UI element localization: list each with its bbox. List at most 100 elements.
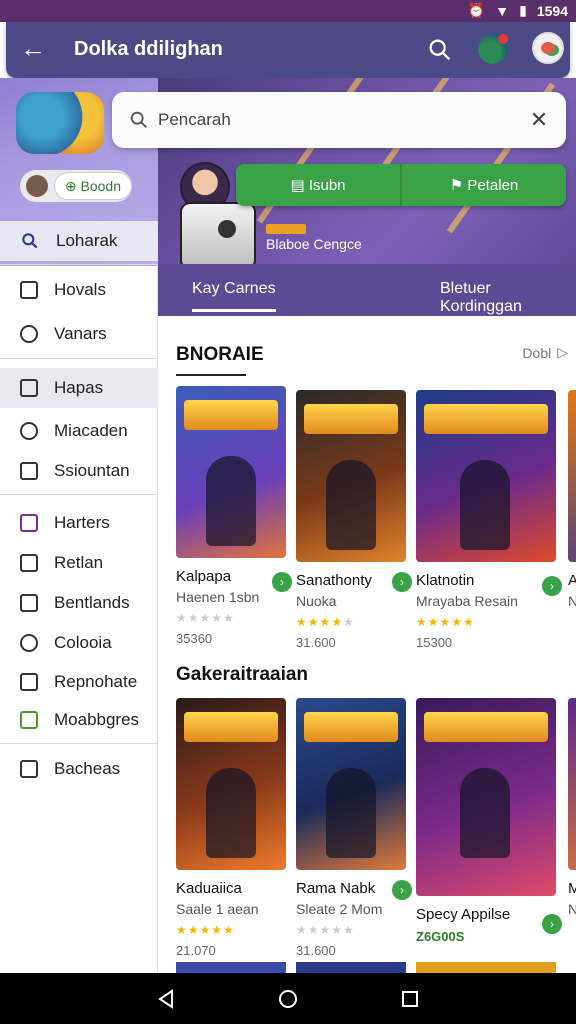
drawer-item-6[interactable]: Harters [0,503,158,543]
rating-stars: ★★★★★ [416,615,475,629]
divider [0,358,158,359]
search-input[interactable]: Pencarah [158,110,528,130]
drawer-item-2[interactable]: Vanars [0,314,158,354]
install-icon[interactable]: › [272,572,292,592]
drawer-item-12[interactable]: Bacheas [0,749,158,789]
drawer-item-8[interactable]: Bentlands [0,583,158,623]
game-cover [568,698,576,870]
install-icon[interactable]: › [542,914,562,934]
game-cover [416,698,556,896]
game-card[interactable]: M N [568,698,576,917]
banner-button-left-label: Isubn [308,176,346,194]
install-icon[interactable]: › [392,572,412,592]
section-title: BNORAIE [176,344,264,376]
drawer-item-1[interactable]: Hovals [0,270,158,310]
alarm-icon: ⏰ [467,2,486,18]
drawer-item-11[interactable]: Moabbgres [0,700,158,740]
game-cover [416,390,556,562]
check-green-icon [20,711,38,729]
close-icon[interactable]: ✕ [528,109,550,131]
game-card[interactable]: Kalpapa Haenen 1sbn ★★★★★ 35360 › [176,386,292,646]
drawer-item-5[interactable]: Ssiountan [0,451,158,491]
pin-icon [20,379,38,397]
divider [0,743,158,744]
game-cover [568,390,576,562]
arrow-left-icon[interactable]: ← [20,34,46,62]
profile-avatar [26,175,48,197]
game-card[interactable]: Klatnotin Mrayaba Resain ★★★★★ 15300 › [416,390,562,650]
game-cover-partial [176,962,286,973]
game-cover-partial [416,962,556,973]
section-title: Gakeraitraaian [176,664,309,685]
game-developer: Sleate 2 Mom [296,901,383,917]
drawer-item-label: Repnohate [54,672,138,691]
game-cover-partial [296,962,406,973]
battery-icon: ▮ [519,2,527,18]
banner-subtitle: Blaboe Cengce [266,236,362,252]
folder-icon [20,760,38,778]
back-triangle-icon[interactable] [154,987,178,1011]
search-icon [130,111,147,128]
drawer-item-7[interactable]: Retlan [0,543,158,583]
profile-button[interactable]: ⊕ Boodn [53,172,132,200]
status-time: 1594 [536,2,568,19]
drawer-item-10[interactable]: Repnohate [0,662,158,702]
install-icon[interactable]: › [392,880,412,900]
drawer-item-label: Hovals [54,280,106,299]
drawer-item-label: Miacaden [54,421,128,440]
profile-button-label: Boodn [80,178,121,194]
drawer-item-label: Colooia [54,633,112,652]
game-cover [176,698,286,870]
tab-1[interactable]: Bletuer Kordinggan [440,280,576,316]
drawer-item-label: Vanars [54,324,107,343]
person-icon [20,422,38,440]
game-developer: N [568,901,576,917]
game-title: M [568,880,576,897]
rating-stars: ★★★★★ [296,923,355,937]
profile-pill[interactable]: ⊕ Boodn [20,170,132,202]
game-cover [296,390,406,562]
circle-dot-icon [20,462,38,480]
drawer-item-4[interactable]: Miacaden [0,411,158,451]
drawer-item-0[interactable]: Loharak [0,221,158,261]
game-card[interactable]: Kaduaiica Saale 1 aean ★★★★★ 21.070 [176,698,286,958]
tab-0[interactable]: Kay Carnes [192,280,276,312]
game-developer: Nuoka [296,593,337,609]
drawer-item-3[interactable]: Hapas [0,368,158,408]
drawer-item-label: Bentlands [54,593,130,612]
game-title: Klatnotin [416,572,475,589]
game-card[interactable]: A N [568,390,576,609]
drawer-item-label: Bacheas [54,759,121,778]
game-title: Sanathonty [296,572,372,589]
banner-button-right[interactable]: ⚑ Petalen [400,164,566,206]
game-title: Kaduaiica [176,880,242,897]
game-developer: Mrayaba Resain [416,593,518,609]
game-title: A [568,572,576,589]
game-developer: N [568,593,576,609]
banner-button-left[interactable]: ▤ Isubn [236,164,400,206]
drawer-item-label: Retlan [54,553,104,572]
search-icon[interactable] [426,36,454,64]
drawer-item-label: Ssiountan [54,461,130,480]
see-all-link[interactable]: Dobl ▷ [522,344,568,361]
recents-square-icon[interactable] [398,987,422,1011]
play-outline-icon: ▷ [557,344,568,360]
game-title: Kalpapa [176,568,232,585]
install-icon[interactable]: › [542,576,562,596]
game-card[interactable]: Rama Nabk Sleate 2 Mom ★★★★★ 31.600 › [296,698,412,958]
info-square-icon [20,554,38,572]
rating-stars: ★★★★★ [176,611,235,625]
rating-stars: ★★★★★ [176,923,235,937]
app-bar: ← Dolka ddilighan [6,22,570,78]
game-title: Specy Appilse [416,906,511,923]
drawer-item-9[interactable]: Colooia [0,623,158,663]
game-card[interactable]: Sanathonty Nuoka ★★★★★ 31.600 › [296,390,412,650]
home-circle-icon[interactable] [276,987,300,1011]
notification-icon[interactable] [478,34,508,64]
game-card[interactable]: Specy Appilse Z6G00S › [416,698,562,944]
avatar[interactable] [532,32,564,64]
search-bar[interactable]: Pencarah ✕ [112,92,566,148]
drawer-item-label: Loharak [56,231,118,250]
game-developer: Haenen 1sbn [176,589,260,605]
rating-stars: ★★★★★ [296,615,355,629]
